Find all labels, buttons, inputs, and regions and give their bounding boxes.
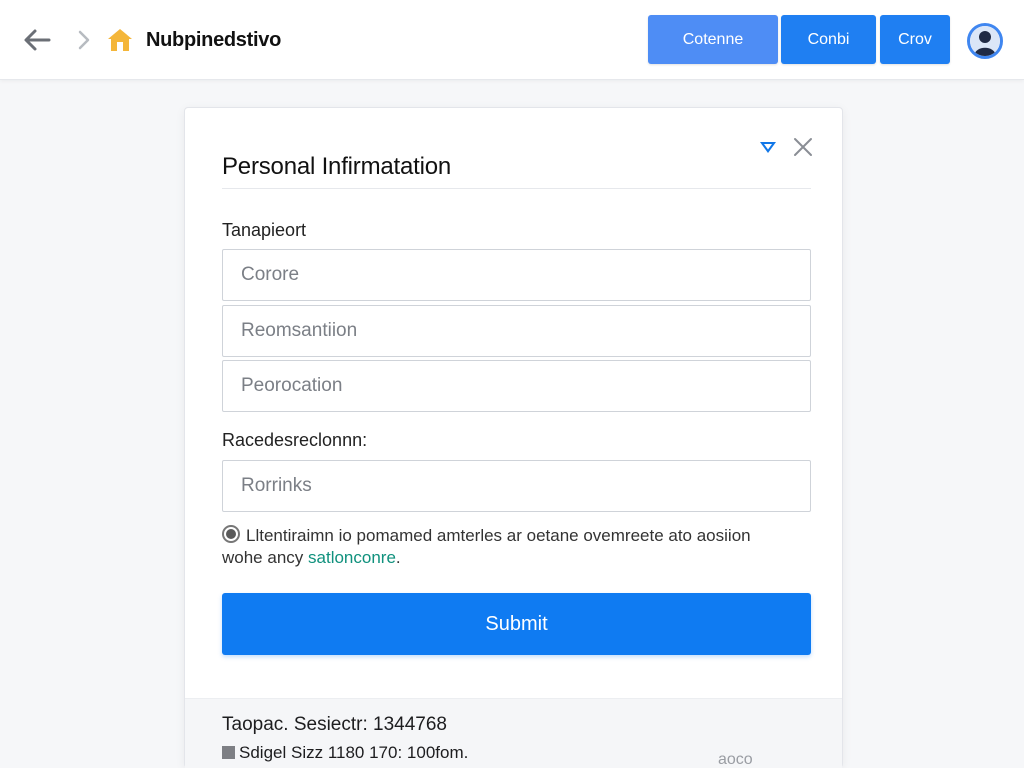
text-field-2[interactable] [222,305,811,357]
app-title: Nubpinedstivo [146,29,281,51]
user-avatar[interactable] [967,23,1003,59]
card-footer: Taopac. Sesiectr: 1344768 Sdigel Sizz 11… [185,698,842,768]
text-field-3[interactable] [222,360,811,412]
personal-info-card: Personal Infirmatation Tanapieort Racede… [184,107,843,768]
text-field-4[interactable] [222,460,811,512]
pin-icon[interactable] [758,139,778,155]
top-bar: Nubpinedstivo Cotenne Conbi Crov [0,0,1024,80]
toolbar-button-3[interactable]: Crov [880,15,950,64]
footer-line-2-text: Sdigel Sizz 1180 170: 100fom. [239,743,469,762]
section-label-1: Tanapieort [222,220,307,240]
close-icon[interactable] [791,135,815,159]
text-field-1[interactable] [222,249,811,301]
footer-code: aoco [718,751,753,768]
notice-text: Lltentiraimn io pomamed amterles ar oeta… [222,526,751,567]
title-divider [222,188,811,189]
card-title: Personal Infirmatation [222,153,452,180]
notice-link[interactable]: satlonconre [308,548,396,567]
home-icon[interactable] [106,27,134,53]
toolbar-button-2[interactable]: Conbi [781,15,876,64]
toolbar-button-1[interactable]: Cotenne [648,15,778,64]
section-label-2: Racedesreclonnn: [222,430,368,450]
user-avatar-icon [970,26,1000,56]
footer-line-2: Sdigel Sizz 1180 170: 100fom. [222,743,468,763]
submit-button[interactable]: Submit [222,593,811,655]
consent-notice: Lltentiraimn io pomamed amterles ar oeta… [222,525,782,569]
arrow-left-icon[interactable] [22,27,52,53]
footer-line-1: Taopac. Sesiectr: 1344768 [222,714,447,735]
chevron-right-icon[interactable] [74,29,94,51]
notice-end: . [395,548,401,567]
square-icon [222,746,235,759]
